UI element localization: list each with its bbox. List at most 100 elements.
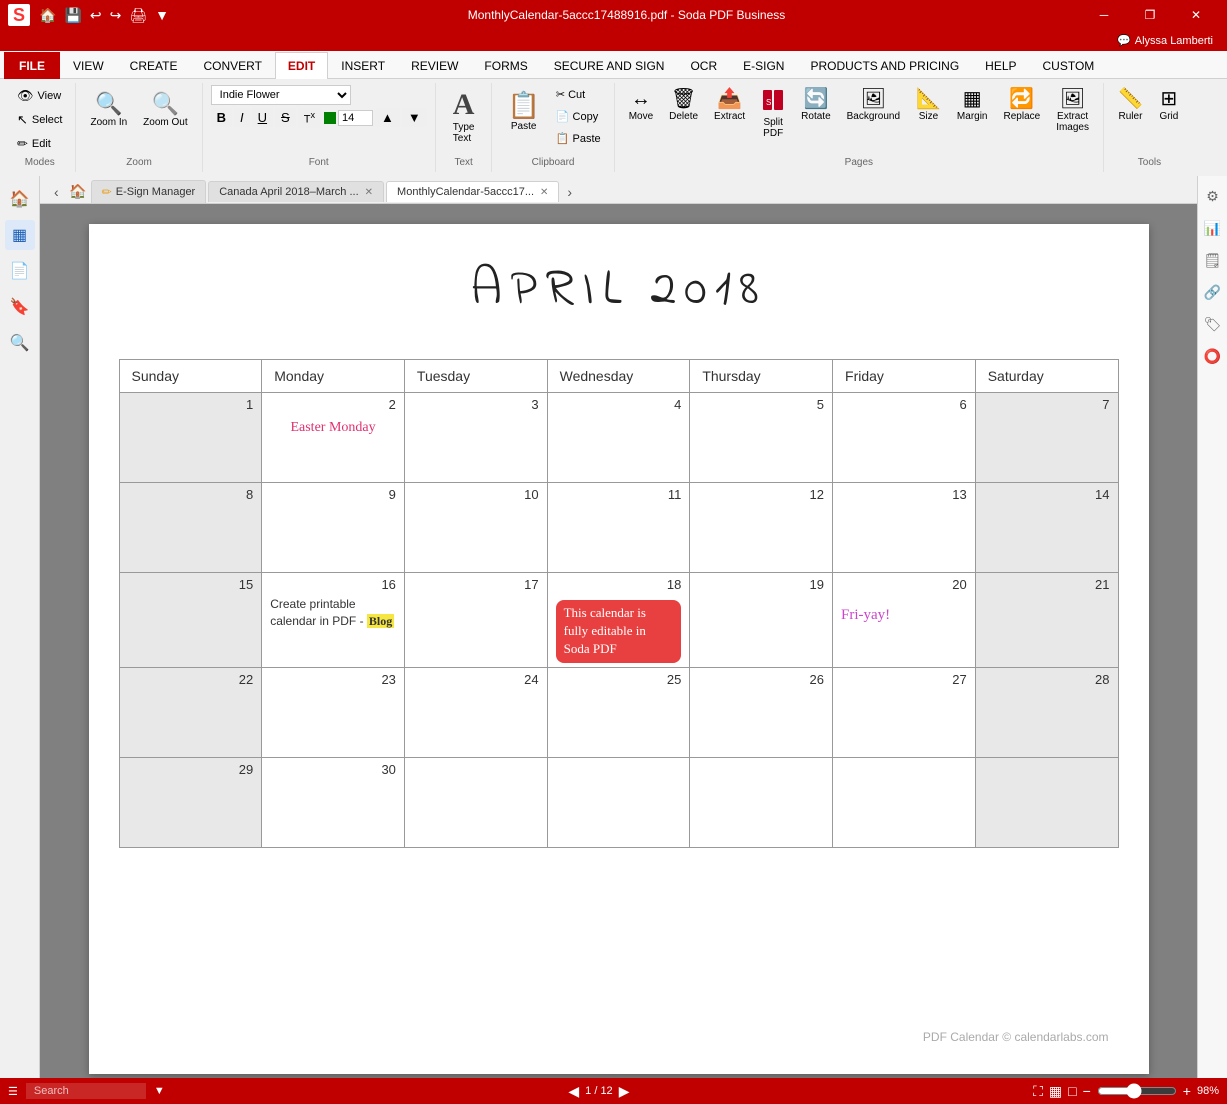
qat-dropdown[interactable]: ▼: [152, 5, 172, 25]
document-area[interactable]: APRIL 2018 Sunday Monday Tuesday Wednesd…: [40, 204, 1197, 1078]
tab-products[interactable]: PRODUCTS AND PRICING: [797, 52, 972, 79]
paste-button[interactable]: 📋 Paste: [500, 85, 546, 148]
tab-custom[interactable]: CUSTOM: [1030, 52, 1108, 79]
table-row: 8 9 10 11 12 13 14: [119, 483, 1118, 573]
zoom-in-status-button[interactable]: +: [1183, 1083, 1191, 1099]
tab-monthly-close[interactable]: ✕: [540, 187, 548, 198]
tab-help[interactable]: HELP: [972, 52, 1029, 79]
right-sidebar-link-icon[interactable]: 🔗: [1201, 280, 1225, 304]
cut-button[interactable]: ✂ Cut: [551, 85, 606, 104]
qat-print[interactable]: 🖨: [126, 5, 150, 26]
superscript-button[interactable]: Tx: [298, 108, 321, 128]
grid-button[interactable]: ⊞ Grid: [1151, 85, 1187, 126]
sidebar-home-icon[interactable]: 🏠: [5, 184, 35, 214]
status-search-dropdown[interactable]: ▼: [154, 1085, 165, 1097]
right-sidebar-notes-icon[interactable]: 🗒: [1201, 248, 1225, 272]
rotate-button[interactable]: 🔄 Rotate: [795, 85, 836, 126]
tab-nav-prev[interactable]: ‹: [48, 182, 65, 202]
tab-view[interactable]: VIEW: [60, 52, 117, 79]
margin-button[interactable]: ▦ Margin: [951, 85, 994, 126]
status-menu-icon[interactable]: ☰: [8, 1085, 18, 1098]
page-next-button[interactable]: ▶: [619, 1083, 630, 1100]
select-mode-button[interactable]: ↖ Select: [12, 109, 67, 131]
right-sidebar-award-icon[interactable]: ⭕: [1201, 344, 1225, 368]
tab-edit[interactable]: EDIT: [275, 52, 328, 79]
tab-file[interactable]: FILE: [4, 52, 60, 79]
text-group-label: Text: [444, 155, 484, 170]
user-account-button[interactable]: 💬 Alyssa Lamberti: [1111, 32, 1219, 49]
tab-insert[interactable]: INSERT: [328, 52, 398, 79]
sidebar-thumbnails-icon[interactable]: ▦: [5, 220, 35, 250]
font-size-increase[interactable]: ▲: [375, 108, 400, 127]
qat-home[interactable]: 🏠: [36, 5, 59, 26]
tab-create[interactable]: CREATE: [117, 52, 191, 79]
qat-undo[interactable]: ↩: [87, 5, 105, 26]
extract-button[interactable]: 📤 Extract: [708, 85, 751, 126]
zoom-in-button[interactable]: 🔍 Zoom In: [84, 89, 133, 132]
tab-canada-close[interactable]: ✕: [365, 187, 373, 198]
zoom-out-status-button[interactable]: −: [1083, 1083, 1091, 1099]
bold-button[interactable]: B: [211, 108, 232, 127]
tab-esign[interactable]: E-SIGN: [730, 52, 797, 79]
tab-secure-sign[interactable]: SECURE AND SIGN: [541, 52, 678, 79]
header-sunday: Sunday: [119, 360, 262, 393]
tab-convert[interactable]: CONVERT: [190, 52, 274, 79]
rotate-label: Rotate: [801, 111, 830, 122]
background-label: Background: [847, 111, 900, 122]
zoom-out-button[interactable]: 🔍 Zoom Out: [137, 89, 193, 132]
move-icon: ↔: [631, 89, 651, 109]
italic-button[interactable]: I: [234, 108, 250, 127]
single-page-icon[interactable]: □: [1068, 1083, 1076, 1099]
font-size-input[interactable]: [338, 110, 373, 126]
tab-home-button[interactable]: 🏠: [67, 181, 89, 203]
move-button[interactable]: ↔ Move: [623, 85, 659, 126]
clipboard-items: 📋 Paste ✂ Cut 📄 Copy 📋 Paste: [500, 83, 605, 155]
tab-esign-manager[interactable]: ✏ E-Sign Manager: [91, 180, 207, 203]
view-mode-icon[interactable]: ▦: [1049, 1083, 1062, 1100]
font-size-decrease[interactable]: ▼: [402, 108, 427, 127]
status-search-input[interactable]: [26, 1083, 146, 1099]
right-sidebar-tag-icon[interactable]: 🏷: [1201, 312, 1225, 336]
size-button[interactable]: 📐 Size: [910, 85, 947, 126]
fit-page-button[interactable]: ⛶: [1033, 1083, 1043, 1100]
tab-nav-next[interactable]: ›: [561, 182, 578, 202]
tab-ocr[interactable]: OCR: [677, 52, 730, 79]
close-button[interactable]: ✕: [1173, 0, 1219, 30]
view-label: View: [38, 90, 62, 102]
tab-monthly-calendar[interactable]: MonthlyCalendar-5accc17... ✕: [386, 181, 559, 202]
underline-button[interactable]: U: [252, 108, 273, 127]
restore-button[interactable]: ❐: [1127, 0, 1173, 30]
extract-images-button[interactable]: 🖼 ExtractImages: [1050, 85, 1095, 137]
split-icon: S: [762, 89, 784, 115]
tab-review[interactable]: REVIEW: [398, 52, 471, 79]
qat-redo[interactable]: ↪: [107, 5, 125, 26]
edit-mode-button[interactable]: ✏ Edit: [12, 133, 67, 155]
cell-w1-thu: 5: [690, 393, 833, 483]
minimize-button[interactable]: ─: [1081, 0, 1127, 30]
page-prev-button[interactable]: ◀: [568, 1083, 579, 1100]
font-family-dropdown[interactable]: Indie Flower: [211, 85, 351, 105]
tab-forms[interactable]: FORMS: [471, 52, 540, 79]
rotate-icon: 🔄: [803, 89, 828, 109]
zoom-slider[interactable]: [1097, 1083, 1177, 1099]
ruler-button[interactable]: 📏 Ruler: [1112, 85, 1149, 126]
copy-button[interactable]: 📄 Copy: [551, 107, 606, 126]
sidebar-bookmarks-icon[interactable]: 🔖: [5, 292, 35, 322]
sidebar-search-icon[interactable]: 🔍: [5, 328, 35, 358]
right-sidebar-analytics-icon[interactable]: 📊: [1201, 216, 1225, 240]
delete-button[interactable]: 🗑 Delete: [663, 85, 704, 126]
soda-logo: S: [8, 4, 30, 26]
replace-button[interactable]: 🔁 Replace: [998, 85, 1047, 126]
view-mode-button[interactable]: 👁 View: [12, 85, 67, 107]
tab-canada-calendar[interactable]: Canada April 2018–March ... ✕: [208, 181, 384, 202]
title-bar-left: S 🏠 💾 ↩ ↪ 🖨 ▼: [8, 4, 172, 26]
split-pdf-button[interactable]: S SplitPDF: [755, 85, 791, 143]
type-text-button[interactable]: A TypeText: [444, 85, 484, 149]
strikethrough-button[interactable]: S: [275, 108, 296, 127]
paste-small-button[interactable]: 📋 Paste: [551, 129, 606, 148]
right-sidebar-settings-icon[interactable]: ⚙: [1201, 184, 1225, 208]
background-button[interactable]: 🖼 Background: [841, 85, 906, 126]
sidebar-pages-icon[interactable]: 📄: [5, 256, 35, 286]
group-font: Indie Flower B I U S Tx ▲ ▼ Font: [207, 83, 436, 172]
qat-save[interactable]: 💾: [61, 5, 84, 26]
